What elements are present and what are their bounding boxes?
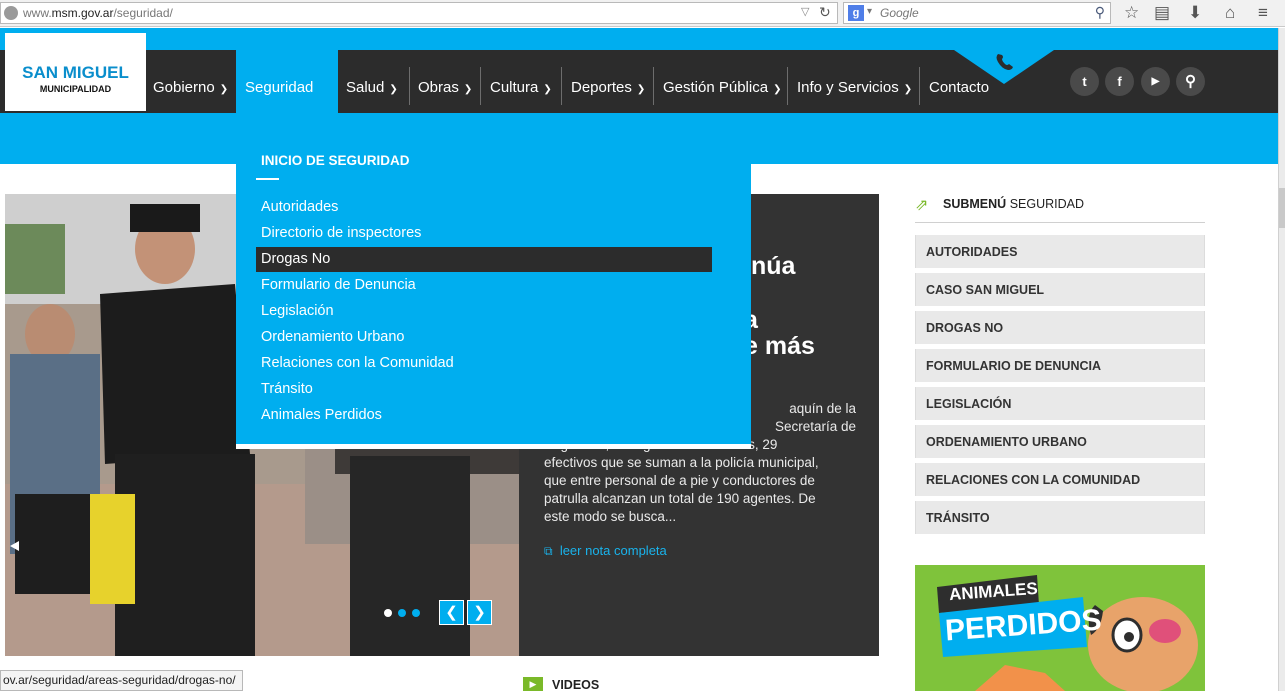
submenu-item-caso-san-miguel[interactable]: CASO SAN MIGUEL xyxy=(915,273,1205,306)
chevron-down-icon: ❯ xyxy=(463,84,473,95)
site-identity-icon[interactable] xyxy=(4,6,18,20)
read-more-link[interactable]: ⧉ leer nota completa xyxy=(544,543,667,559)
slide-body-line: patrulla alcanzan un total de 190 agente… xyxy=(544,491,816,506)
nav-gestion-publica[interactable]: Gestión Pública ❯ xyxy=(654,50,781,113)
next-slide-button[interactable]: ❯ xyxy=(467,600,492,625)
youtube-icon[interactable]: ▶ xyxy=(1141,67,1170,96)
chevron-right-icon: ❯ xyxy=(473,604,486,621)
submenu-item-autoridades[interactable]: AUTORIDADES xyxy=(915,235,1205,268)
search-placeholder[interactable]: Google xyxy=(880,6,919,20)
nav-gobierno[interactable]: Gobierno ❯ xyxy=(144,50,228,113)
reload-icon[interactable]: ↻ xyxy=(819,4,831,21)
slide-body-line: este modo se busca... xyxy=(544,509,677,524)
dropdown-title-underline xyxy=(256,178,279,180)
downloads-icon[interactable]: ⬇ xyxy=(1188,3,1202,23)
seguridad-dropdown: INICIO DE SEGURIDAD Autoridades Director… xyxy=(236,113,751,449)
browser-toolbar: www.msm.gov.ar/seguridad/ ▽ ↻ g ▾ Google… xyxy=(0,0,1285,27)
link-status-bar: ov.ar/seguridad/areas-seguridad/drogas-n… xyxy=(0,670,243,691)
nav-seguridad[interactable]: Seguridad xyxy=(236,50,338,113)
submenu-item-legislacion[interactable]: LEGISLACIÓN xyxy=(915,387,1205,420)
dropdown-item-transito[interactable]: Tránsito xyxy=(261,381,313,397)
url-dropdown-icon[interactable]: ▽ xyxy=(801,5,809,18)
search-icon[interactable]: ⚲ xyxy=(1176,67,1205,96)
address-bar[interactable]: www.msm.gov.ar/seguridad/ ▽ ↻ xyxy=(0,2,838,24)
nav-obras[interactable]: Obras ❯ xyxy=(409,50,472,113)
chevron-down-icon: ❯ xyxy=(219,84,229,95)
nav-cultura[interactable]: Cultura ❯ xyxy=(481,50,552,113)
twitter-icon[interactable]: t xyxy=(1070,67,1099,96)
submenu-item-transito[interactable]: TRÁNSITO xyxy=(915,501,1205,534)
submenu-header: ⇗ SUBMENÚ SEGURIDAD xyxy=(915,193,1205,223)
videos-label: VIDEOS xyxy=(552,678,600,691)
submenu-title: SUBMENÚ SEGURIDAD xyxy=(943,197,1085,211)
nav-info-servicios[interactable]: Info y Servicios ❯ xyxy=(788,50,912,113)
read-more-label[interactable]: leer nota completa xyxy=(560,543,667,558)
dropdown-item-drogas-no[interactable]: Drogas No xyxy=(261,251,330,267)
play-icon: ▶ xyxy=(523,677,543,691)
submenu-item-drogas-no[interactable]: DROGAS NO xyxy=(915,311,1205,344)
submenu-item-ordenamiento[interactable]: ORDENAMIENTO URBANO xyxy=(915,425,1205,458)
logo-subtitle: MUNICIPALIDAD xyxy=(39,84,112,94)
page-scrollbar[interactable] xyxy=(1278,28,1285,691)
slide-dot-2[interactable] xyxy=(398,609,406,617)
chevron-down-icon: ❯ xyxy=(636,84,646,95)
bookmark-star-icon[interactable]: ☆ xyxy=(1124,3,1139,23)
slide-body-line: que entre personal de a pie y conductore… xyxy=(544,473,815,488)
prev-slide-button[interactable]: ❮ xyxy=(439,600,464,625)
dropdown-item-autoridades[interactable]: Autoridades xyxy=(261,199,338,215)
chevron-down-icon: ❯ xyxy=(543,84,552,95)
submenu-item-relaciones[interactable]: RELACIONES CON LA COMUNIDAD xyxy=(915,463,1205,496)
phone-tab[interactable] xyxy=(954,50,1054,84)
logo-title: SAN MIGUEL xyxy=(22,63,129,82)
engine-dropdown-icon[interactable]: ▾ xyxy=(867,6,872,17)
chevron-down-icon: ❯ xyxy=(389,84,398,95)
slide-headline-line-3: e más xyxy=(744,332,815,360)
slide-body-line: efectivos que se suman a la policía muni… xyxy=(544,455,819,470)
dropdown-item-formulario[interactable]: Formulario de Denuncia xyxy=(261,277,416,293)
dropdown-title-link[interactable]: INICIO DE SEGURIDAD xyxy=(261,153,410,168)
chevron-down-icon: ❯ xyxy=(773,84,782,95)
slide-headline-line-1: inúa xyxy=(744,252,796,280)
magnifier-icon[interactable]: ⚲ xyxy=(1095,4,1105,21)
site-logo[interactable]: SAN MIGUEL MUNICIPALIDAD xyxy=(5,33,146,111)
google-engine-icon[interactable]: g xyxy=(848,5,864,21)
bookmarks-list-icon[interactable]: ▤ xyxy=(1154,3,1170,23)
dropdown-item-legislacion[interactable]: Legislación xyxy=(261,303,334,319)
scrollbar-thumb[interactable] xyxy=(1279,188,1285,228)
header-top-strip xyxy=(0,28,1278,50)
dropdown-item-animales[interactable]: Animales Perdidos xyxy=(261,407,382,423)
slide-dot-1[interactable] xyxy=(384,609,392,617)
dropdown-item-ordenamiento[interactable]: Ordenamiento Urbano xyxy=(261,329,404,345)
slide-dot-3[interactable] xyxy=(412,609,420,617)
dropdown-item-directorio[interactable]: Directorio de inspectores xyxy=(261,225,421,241)
address-bar-url[interactable]: www.msm.gov.ar/seguridad/ xyxy=(23,6,173,20)
nav-deportes[interactable]: Deportes ❯ xyxy=(562,50,645,113)
menu-icon[interactable]: ≡ xyxy=(1258,3,1268,23)
facebook-icon[interactable]: f xyxy=(1105,67,1134,96)
submenu-item-formulario[interactable]: FORMULARIO DE DENUNCIA xyxy=(915,349,1205,382)
dropdown-item-relaciones[interactable]: Relaciones con la Comunidad xyxy=(261,355,454,371)
share-arrow-icon: ⇗ xyxy=(915,197,929,214)
chevron-down-icon: ❯ xyxy=(903,84,913,95)
animales-perdidos-banner[interactable]: ANIMALES PERDIDOS xyxy=(915,565,1205,691)
home-icon[interactable]: ⌂ xyxy=(1225,3,1235,23)
search-bar[interactable]: g ▾ Google ⚲ xyxy=(843,2,1111,24)
chevron-left-icon: ❮ xyxy=(445,604,458,621)
external-link-icon: ⧉ xyxy=(544,544,553,558)
nav-salud[interactable]: Salud ❯ xyxy=(337,50,398,113)
